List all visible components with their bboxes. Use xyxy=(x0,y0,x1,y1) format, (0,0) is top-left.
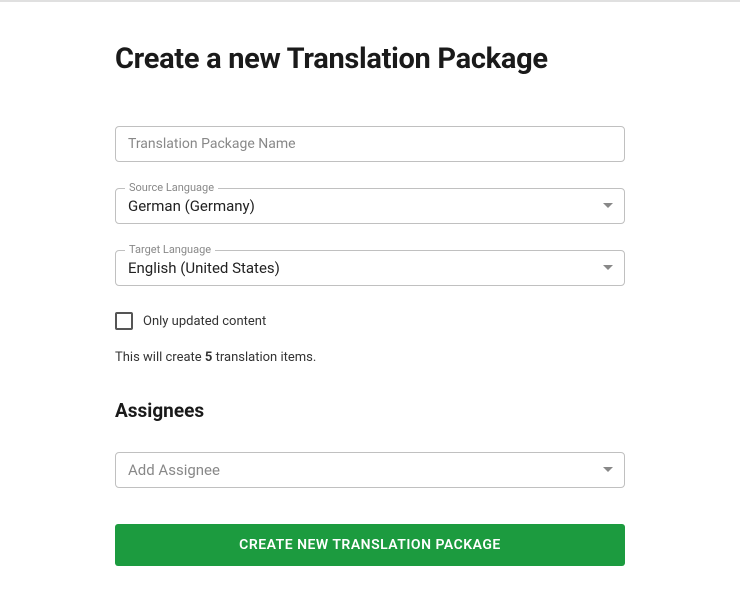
package-name-input[interactable] xyxy=(115,126,625,162)
source-language-value: German (Germany) xyxy=(128,197,255,215)
target-language-value: English (United States) xyxy=(128,259,280,277)
assignee-wrapper: Add Assignee xyxy=(115,452,625,488)
target-language-label: Target Language xyxy=(125,243,215,256)
assignee-select[interactable]: Add Assignee xyxy=(115,452,625,488)
package-name-field-wrapper xyxy=(115,126,625,162)
source-language-label: Source Language xyxy=(125,181,218,194)
info-prefix: This will create xyxy=(115,350,205,365)
only-updated-checkbox[interactable] xyxy=(115,312,133,330)
assignee-placeholder: Add Assignee xyxy=(128,461,220,479)
only-updated-label: Only updated content xyxy=(143,314,266,329)
create-package-button[interactable]: CREATE NEW TRANSLATION PACKAGE xyxy=(115,524,625,566)
source-language-wrapper: Source Language German (Germany) xyxy=(115,188,625,224)
translation-count-info: This will create 5 translation items. xyxy=(115,350,625,365)
assignees-heading: Assignees xyxy=(115,399,625,422)
only-updated-row: Only updated content xyxy=(115,312,625,330)
info-suffix: translation items. xyxy=(212,350,316,365)
form-container: Create a new Translation Package Source … xyxy=(0,2,740,586)
target-language-wrapper: Target Language English (United States) xyxy=(115,250,625,286)
page-title: Create a new Translation Package xyxy=(115,42,625,76)
